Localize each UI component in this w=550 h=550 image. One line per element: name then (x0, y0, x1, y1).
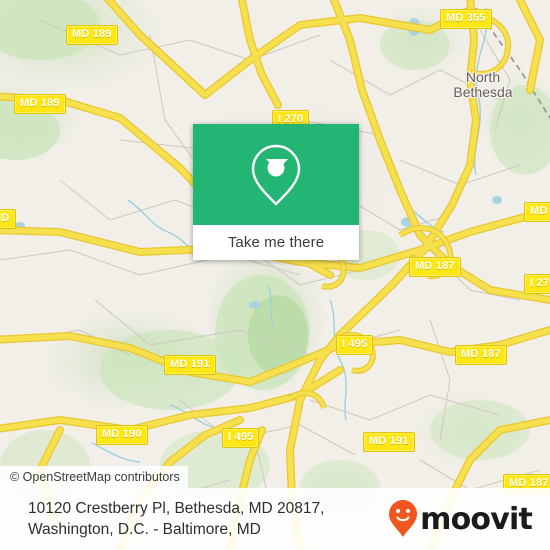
shield-md-189-top: MD 189 (66, 25, 118, 45)
attribution-text: © OpenStreetMap contributors (10, 470, 180, 484)
take-me-there-button[interactable]: Take me there (193, 225, 359, 260)
moovit-logo[interactable]: moovit (388, 499, 533, 539)
callout-pin-area (193, 124, 359, 225)
shield-md-191-left: MD 191 (164, 355, 216, 375)
callout-tail (266, 159, 288, 171)
location-callout[interactable]: Take me there (193, 124, 359, 260)
shield-md-190: MD 190 (96, 425, 148, 445)
shield-md-187-mid: MD 187 (409, 257, 461, 277)
footer-bar: 10120 Crestberry Pl, Bethesda, MD 20817,… (0, 488, 550, 550)
shield-md-clipped-right: MD 3 (524, 202, 550, 222)
moovit-wordmark: moovit (420, 501, 533, 537)
map-attribution[interactable]: © OpenStreetMap contributors (0, 466, 188, 488)
shield-i-270-right: I 270 (524, 274, 550, 294)
place-label-north-bethesda: North Bethesda (453, 69, 513, 100)
take-me-there-label: Take me there (227, 234, 325, 251)
location-pin-icon (251, 144, 301, 206)
shield-md-clipped-left: MD (0, 209, 16, 229)
address-text: 10120 Crestberry Pl, Bethesda, MD 20817,… (28, 500, 325, 538)
shield-md-189-left: MD 189 (14, 94, 66, 114)
shield-md-187-right: MD 187 (455, 345, 507, 365)
shield-md-191-bottom: MD 191 (363, 432, 415, 452)
shield-md-355: MD 355 (440, 9, 492, 29)
shield-i-495-mid: I 495 (336, 335, 374, 355)
map-screenshot: North Bethesda MD 189 MD 189 MD 355 I 27… (0, 0, 550, 550)
shield-i-495-bottom: I 495 (222, 428, 260, 448)
moovit-smiley-pin-icon (389, 500, 418, 537)
